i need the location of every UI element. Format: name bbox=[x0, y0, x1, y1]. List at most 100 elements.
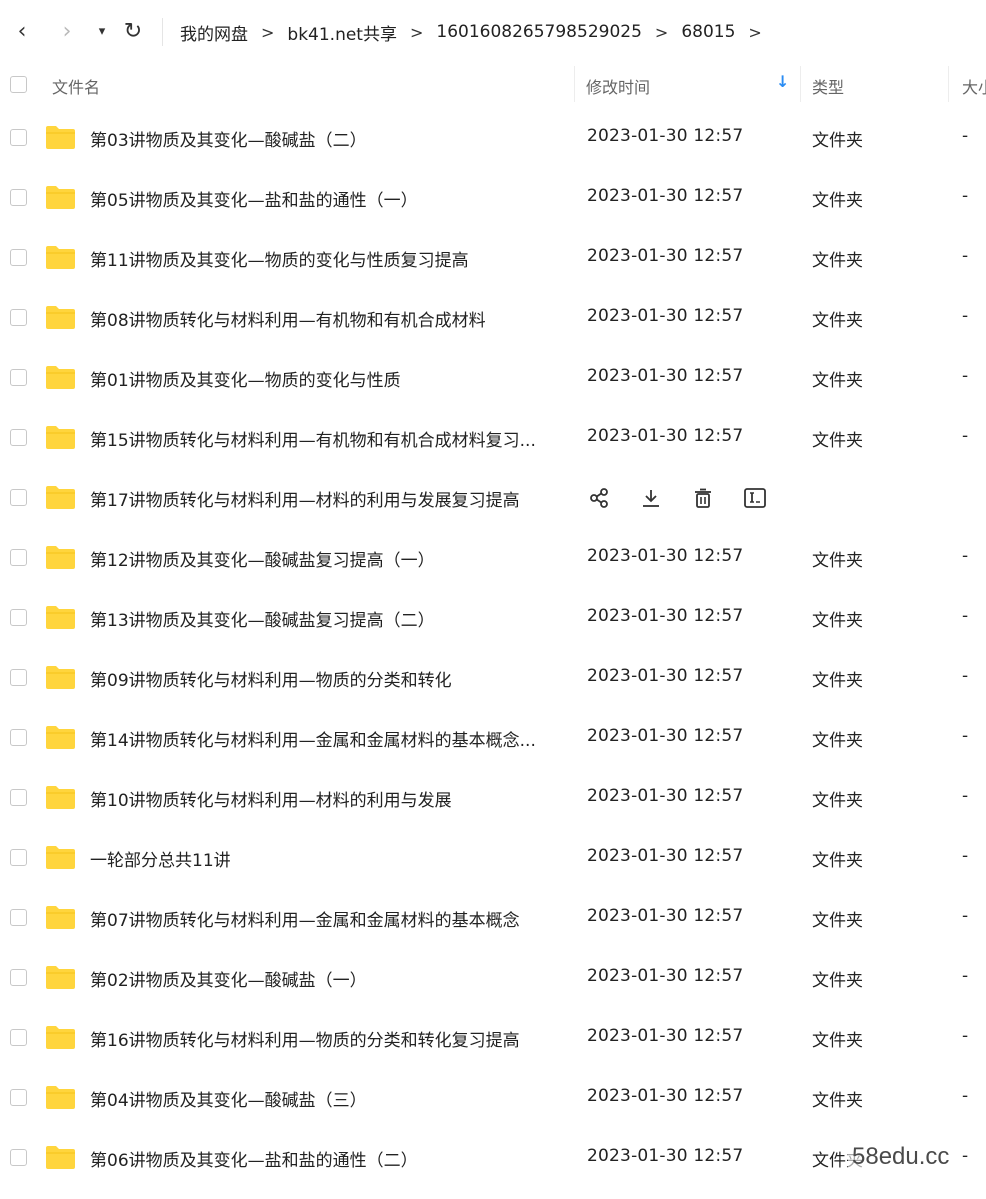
breadcrumb-item-shared[interactable]: bk41.net共享 bbox=[287, 20, 397, 45]
file-type: 文件夹 bbox=[812, 611, 863, 631]
file-name[interactable]: 第13讲物质及其变化—酸碱盐复习提高（二） bbox=[90, 606, 435, 631]
folder-icon bbox=[45, 424, 76, 450]
column-header-size[interactable]: 大小 bbox=[962, 74, 986, 98]
table-row[interactable]: 第08讲物质转化与材料利用—有机物和有机合成材料 2023-01-30 12:57… bbox=[0, 288, 986, 348]
forward-icon[interactable]: › bbox=[55, 16, 79, 46]
row-checkbox[interactable] bbox=[10, 489, 27, 506]
watermark: 58edu.cc bbox=[848, 1143, 954, 1171]
file-mtime: 2023-01-30 12:57 bbox=[587, 366, 744, 386]
row-checkbox[interactable] bbox=[10, 249, 27, 266]
file-name[interactable]: 第06讲物质及其变化—盐和盐的通性（二） bbox=[90, 1146, 418, 1171]
file-size: - bbox=[962, 906, 969, 926]
file-mtime: 2023-01-30 12:57 bbox=[587, 846, 744, 866]
file-name[interactable]: 第10讲物质转化与材料利用—材料的利用与发展 bbox=[90, 786, 452, 811]
file-name[interactable]: 第04讲物质及其变化—酸碱盐（三） bbox=[90, 1086, 367, 1111]
table-row[interactable]: 第11讲物质及其变化—物质的变化与性质复习提高 2023-01-30 12:57 文… bbox=[0, 228, 986, 288]
row-checkbox[interactable] bbox=[10, 969, 27, 986]
row-checkbox[interactable] bbox=[10, 789, 27, 806]
table-row[interactable]: 一轮部分总共11讲 2023-01-30 12:57 文件夹 - bbox=[0, 828, 986, 888]
file-browser: ‹ › ▾ ↻ 我的网盘 > bk41.net共享 > 160160826579… bbox=[0, 0, 986, 1199]
delete-icon[interactable] bbox=[690, 485, 716, 511]
folder-icon bbox=[45, 604, 76, 630]
column-divider[interactable] bbox=[948, 66, 949, 102]
table-row[interactable]: 第02讲物质及其变化—酸碱盐（一） 2023-01-30 12:57 文件夹 - bbox=[0, 948, 986, 1008]
rename-icon[interactable] bbox=[742, 485, 768, 511]
file-name[interactable]: 第01讲物质及其变化—物质的变化与性质 bbox=[90, 366, 401, 391]
file-mtime: 2023-01-30 12:57 bbox=[587, 1086, 744, 1106]
breadcrumb-separator[interactable]: > bbox=[748, 23, 761, 42]
breadcrumb: 我的网盘 > bk41.net共享 > 1601608265798529025 … bbox=[180, 18, 775, 46]
file-name[interactable]: 第17讲物质转化与材料利用—材料的利用与发展复习提高 bbox=[90, 486, 520, 511]
row-checkbox[interactable] bbox=[10, 429, 27, 446]
file-mtime: 2023-01-30 12:57 bbox=[587, 606, 744, 626]
history-dropdown-icon[interactable]: ▾ bbox=[92, 16, 112, 46]
row-checkbox[interactable] bbox=[10, 549, 27, 566]
folder-icon bbox=[45, 664, 76, 690]
row-checkbox[interactable] bbox=[10, 309, 27, 326]
table-row[interactable]: 第14讲物质转化与材料利用—金属和金属材料的基本概念... 2023-01-30 … bbox=[0, 708, 986, 768]
row-checkbox[interactable] bbox=[10, 369, 27, 386]
back-icon[interactable]: ‹ bbox=[10, 16, 34, 46]
file-name[interactable]: 第02讲物质及其变化—酸碱盐（一） bbox=[90, 966, 367, 991]
folder-icon bbox=[45, 724, 76, 750]
file-size: - bbox=[962, 546, 969, 566]
table-row[interactable]: 第17讲物质转化与材料利用—材料的利用与发展复习提高 bbox=[0, 468, 986, 528]
table-row[interactable]: 第16讲物质转化与材料利用—物质的分类和转化复习提高 2023-01-30 12:… bbox=[0, 1008, 986, 1068]
file-size: - bbox=[962, 306, 969, 326]
row-checkbox[interactable] bbox=[10, 1089, 27, 1106]
table-row[interactable]: 第06讲物质及其变化—盐和盐的通性（二） 2023-01-30 12:57 文件夹 - bbox=[0, 1128, 986, 1188]
row-checkbox[interactable] bbox=[10, 1149, 27, 1166]
folder-icon bbox=[45, 544, 76, 570]
file-name[interactable]: 一轮部分总共11讲 bbox=[90, 846, 231, 871]
column-header-type[interactable]: 类型 bbox=[812, 74, 844, 98]
file-mtime: 2023-01-30 12:57 bbox=[587, 306, 744, 326]
row-checkbox[interactable] bbox=[10, 909, 27, 926]
file-name[interactable]: 第15讲物质转化与材料利用—有机物和有机合成材料复习... bbox=[90, 426, 536, 451]
row-checkbox[interactable] bbox=[10, 729, 27, 746]
column-divider[interactable] bbox=[574, 66, 575, 102]
table-row[interactable]: 第09讲物质转化与材料利用—物质的分类和转化 2023-01-30 12:57 文件… bbox=[0, 648, 986, 708]
file-name[interactable]: 第11讲物质及其变化—物质的变化与性质复习提高 bbox=[90, 246, 469, 271]
file-name[interactable]: 第07讲物质转化与材料利用—金属和金属材料的基本概念 bbox=[90, 906, 520, 931]
column-divider[interactable] bbox=[800, 66, 801, 102]
breadcrumb-item-current[interactable]: 68015 bbox=[681, 22, 735, 42]
breadcrumb-item-my-drive[interactable]: 我的网盘 bbox=[180, 20, 248, 45]
file-name[interactable]: 第16讲物质转化与材料利用—物质的分类和转化复习提高 bbox=[90, 1026, 520, 1051]
refresh-icon[interactable]: ↻ bbox=[120, 16, 146, 46]
select-all-checkbox[interactable] bbox=[10, 76, 27, 93]
breadcrumb-item-share-id[interactable]: 1601608265798529025 bbox=[436, 22, 642, 42]
file-mtime: 2023-01-30 12:57 bbox=[587, 666, 744, 686]
table-row[interactable]: 第05讲物质及其变化—盐和盐的通性（一） 2023-01-30 12:57 文件夹 - bbox=[0, 168, 986, 228]
download-icon[interactable] bbox=[638, 485, 664, 511]
row-checkbox[interactable] bbox=[10, 189, 27, 206]
table-row[interactable]: 第10讲物质转化与材料利用—材料的利用与发展 2023-01-30 12:57 文件… bbox=[0, 768, 986, 828]
row-checkbox[interactable] bbox=[10, 609, 27, 626]
file-mtime: 2023-01-30 12:57 bbox=[587, 726, 744, 746]
table-row[interactable]: 第03讲物质及其变化—酸碱盐（二） 2023-01-30 12:57 文件夹 - bbox=[0, 108, 986, 168]
table-row[interactable]: 第04讲物质及其变化—酸碱盐（三） 2023-01-30 12:57 文件夹 - bbox=[0, 1068, 986, 1128]
table-row[interactable]: 第07讲物质转化与材料利用—金属和金属材料的基本概念 2023-01-30 12:… bbox=[0, 888, 986, 948]
row-checkbox[interactable] bbox=[10, 669, 27, 686]
table-row[interactable]: 第12讲物质及其变化—酸碱盐复习提高（一） 2023-01-30 12:57 文件夹… bbox=[0, 528, 986, 588]
file-name[interactable]: 第12讲物质及其变化—酸碱盐复习提高（一） bbox=[90, 546, 435, 571]
file-name[interactable]: 第05讲物质及其变化—盐和盐的通性（一） bbox=[90, 186, 418, 211]
share-icon[interactable] bbox=[586, 485, 612, 511]
file-type: 文件夹 bbox=[812, 431, 863, 451]
file-mtime: 2023-01-30 12:57 bbox=[587, 1146, 744, 1166]
column-header-mtime[interactable]: 修改时间 bbox=[586, 74, 650, 98]
table-row[interactable]: 第01讲物质及其变化—物质的变化与性质 2023-01-30 12:57 文件夹 - bbox=[0, 348, 986, 408]
row-checkbox[interactable] bbox=[10, 129, 27, 146]
file-name[interactable]: 第14讲物质转化与材料利用—金属和金属材料的基本概念... bbox=[90, 726, 536, 751]
row-checkbox[interactable] bbox=[10, 849, 27, 866]
file-name[interactable]: 第03讲物质及其变化—酸碱盐（二） bbox=[90, 126, 367, 151]
table-row[interactable]: 第15讲物质转化与材料利用—有机物和有机合成材料复习... 2023-01-30 … bbox=[0, 408, 986, 468]
file-name[interactable]: 第09讲物质转化与材料利用—物质的分类和转化 bbox=[90, 666, 452, 691]
navigation-bar: ‹ › ▾ ↻ 我的网盘 > bk41.net共享 > 160160826579… bbox=[0, 0, 986, 62]
file-name[interactable]: 第08讲物质转化与材料利用—有机物和有机合成材料 bbox=[90, 306, 486, 331]
column-header-name[interactable]: 文件名 bbox=[52, 74, 100, 98]
row-checkbox[interactable] bbox=[10, 1029, 27, 1046]
sort-descending-icon[interactable]: ↓ bbox=[776, 72, 789, 91]
folder-icon bbox=[45, 304, 76, 330]
table-row[interactable]: 第13讲物质及其变化—酸碱盐复习提高（二） 2023-01-30 12:57 文件夹… bbox=[0, 588, 986, 648]
file-type: 文件夹 bbox=[812, 311, 863, 331]
